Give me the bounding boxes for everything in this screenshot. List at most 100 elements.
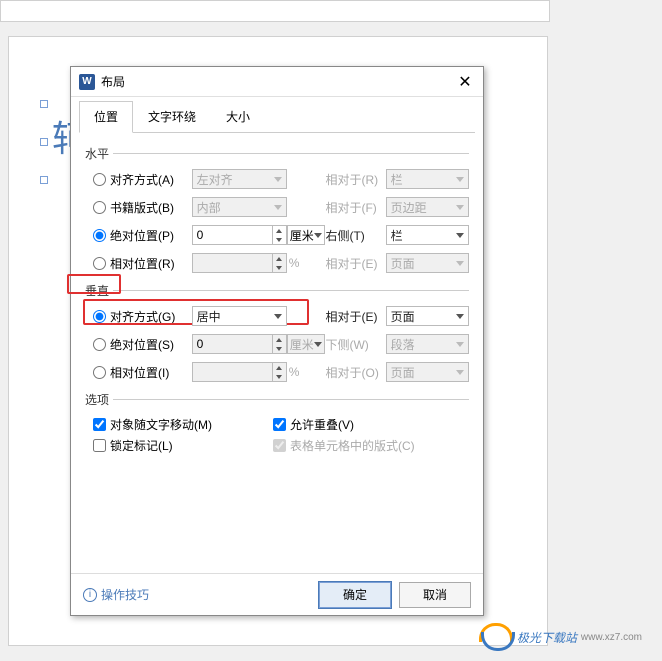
chevron-down-icon <box>314 233 322 238</box>
layout-dialog: W 布局 ✕ 位置 文字环绕 大小 水平 对齐方式(A) 左对齐 相对于(R) … <box>70 66 484 616</box>
rel-label: 相对于(R) <box>325 171 385 188</box>
opt-cell-layout <box>273 439 286 452</box>
titlebar[interactable]: W 布局 ✕ <box>71 67 483 97</box>
v-align-rel[interactable]: 页面 <box>386 306 469 326</box>
cancel-button[interactable]: 取消 <box>399 582 471 608</box>
checkbox-label: 表格单元格中的版式(C) <box>290 437 415 454</box>
h-book-value: 内部 <box>192 197 287 217</box>
opt-lock-anchor[interactable] <box>93 439 106 452</box>
unit-label: % <box>287 256 300 270</box>
chevron-down-icon <box>456 177 464 182</box>
opt-allow-overlap[interactable] <box>273 418 286 431</box>
section-label: 水平 <box>85 145 109 162</box>
ok-button[interactable]: 确定 <box>319 582 391 608</box>
chevron-down-icon <box>456 205 464 210</box>
h-align-radio[interactable] <box>93 173 106 186</box>
radio-label: 相对位置(R) <box>110 255 175 272</box>
v-align-row: 对齐方式(G) 居中 相对于(E) 页面 <box>85 303 469 329</box>
rel-label: 相对于(E) <box>325 308 385 325</box>
radio-label: 对齐方式(A) <box>110 171 174 188</box>
h-rel-radio[interactable] <box>93 257 106 270</box>
close-icon[interactable]: ✕ <box>455 72 475 92</box>
h-book-radio[interactable] <box>93 201 106 214</box>
h-abs-radio[interactable] <box>93 229 106 242</box>
opt-move-with-text[interactable] <box>93 418 106 431</box>
spinner-up-icon[interactable] <box>272 226 286 235</box>
spinner-up-icon <box>272 254 286 263</box>
section-label: 选项 <box>85 391 109 408</box>
v-rel-row: 相对位置(I) % 相对于(O) 页面 <box>85 359 469 385</box>
page-stub-top <box>0 0 550 22</box>
rel-label: 相对于(F) <box>325 199 385 216</box>
spinner-down-icon <box>272 263 286 272</box>
spinner-down-icon <box>272 372 286 381</box>
h-book-rel: 页边距 <box>386 197 469 217</box>
section-vertical: 垂直 <box>85 282 469 299</box>
tab-bar: 位置 文字环绕 大小 <box>79 101 475 133</box>
help-link[interactable]: i操作技巧 <box>83 586 149 603</box>
tab-size[interactable]: 大小 <box>211 101 265 132</box>
radio-label: 绝对位置(S) <box>110 336 174 353</box>
radio-label: 对齐方式(G) <box>110 308 175 325</box>
v-abs-row: 绝对位置(S) 0 厘米 下侧(W) 段落 <box>85 331 469 357</box>
v-abs-spinner: 0 <box>192 334 287 354</box>
spinner-up-icon <box>272 335 286 344</box>
rel-label: 相对于(O) <box>325 364 385 381</box>
h-abs-spinner[interactable]: 0 <box>192 225 287 245</box>
h-abs-row: 绝对位置(P) 0 厘米 右侧(T) 栏 <box>85 222 469 248</box>
checkbox-label: 对象随文字移动(M) <box>110 416 212 433</box>
v-rel-radio[interactable] <box>93 366 106 379</box>
v-rel-spinner <box>192 362 287 382</box>
watermark: 极光下载站 www.xz7.com <box>479 623 642 651</box>
watermark-sub: www.xz7.com <box>581 632 642 643</box>
chevron-down-icon <box>456 261 464 266</box>
radio-label: 相对位置(I) <box>110 364 169 381</box>
selection-handle[interactable] <box>40 176 48 184</box>
v-abs-rel: 段落 <box>386 334 469 354</box>
unit-label: % <box>287 365 300 379</box>
tab-text-wrap[interactable]: 文字环绕 <box>133 101 211 132</box>
section-horizontal: 水平 <box>85 145 469 162</box>
help-icon: i <box>83 588 97 602</box>
spinner-up-icon <box>272 363 286 372</box>
chevron-down-icon <box>456 233 464 238</box>
dialog-content: 水平 对齐方式(A) 左对齐 相对于(R) 栏 书籍版式(B) 内部 相对于(F… <box>71 133 483 464</box>
rel-label: 下侧(W) <box>325 336 385 353</box>
spinner-down-icon <box>272 344 286 353</box>
rel-label: 右侧(T) <box>325 227 385 244</box>
spinner-down-icon[interactable] <box>272 235 286 244</box>
chevron-down-icon <box>274 177 282 182</box>
v-align-value[interactable]: 居中 <box>192 306 287 326</box>
app-icon: W <box>79 74 95 90</box>
v-abs-radio[interactable] <box>93 338 106 351</box>
h-abs-rel[interactable]: 栏 <box>386 225 469 245</box>
chevron-down-icon <box>274 205 282 210</box>
h-rel-row: 相对位置(R) % 相对于(E) 页面 <box>85 250 469 276</box>
chevron-down-icon <box>456 342 464 347</box>
watermark-text: 极光下载站 <box>517 629 577 646</box>
checkbox-label: 允许重叠(V) <box>290 416 354 433</box>
h-abs-unit[interactable]: 厘米 <box>287 225 325 245</box>
radio-label: 绝对位置(P) <box>110 227 174 244</box>
section-options: 选项 <box>85 391 469 408</box>
h-align-value: 左对齐 <box>192 169 287 189</box>
dialog-footer: i操作技巧 确定 取消 <box>71 573 483 615</box>
selection-handle[interactable] <box>40 100 48 108</box>
chevron-down-icon <box>314 342 322 347</box>
h-align-rel: 栏 <box>386 169 469 189</box>
chevron-down-icon <box>456 370 464 375</box>
v-align-radio[interactable] <box>93 310 106 323</box>
selection-handle[interactable] <box>40 138 48 146</box>
h-rel-spinner <box>192 253 287 273</box>
chevron-down-icon <box>456 314 464 319</box>
radio-label: 书籍版式(B) <box>110 199 174 216</box>
chevron-down-icon <box>274 314 282 319</box>
h-rel-rel: 页面 <box>386 253 469 273</box>
v-abs-unit: 厘米 <box>287 334 325 354</box>
tab-position[interactable]: 位置 <box>79 101 133 133</box>
rel-label: 相对于(E) <box>325 255 385 272</box>
dialog-title: 布局 <box>101 73 455 90</box>
watermark-logo-icon <box>479 623 511 651</box>
v-rel-rel: 页面 <box>386 362 469 382</box>
h-book-row: 书籍版式(B) 内部 相对于(F) 页边距 <box>85 194 469 220</box>
